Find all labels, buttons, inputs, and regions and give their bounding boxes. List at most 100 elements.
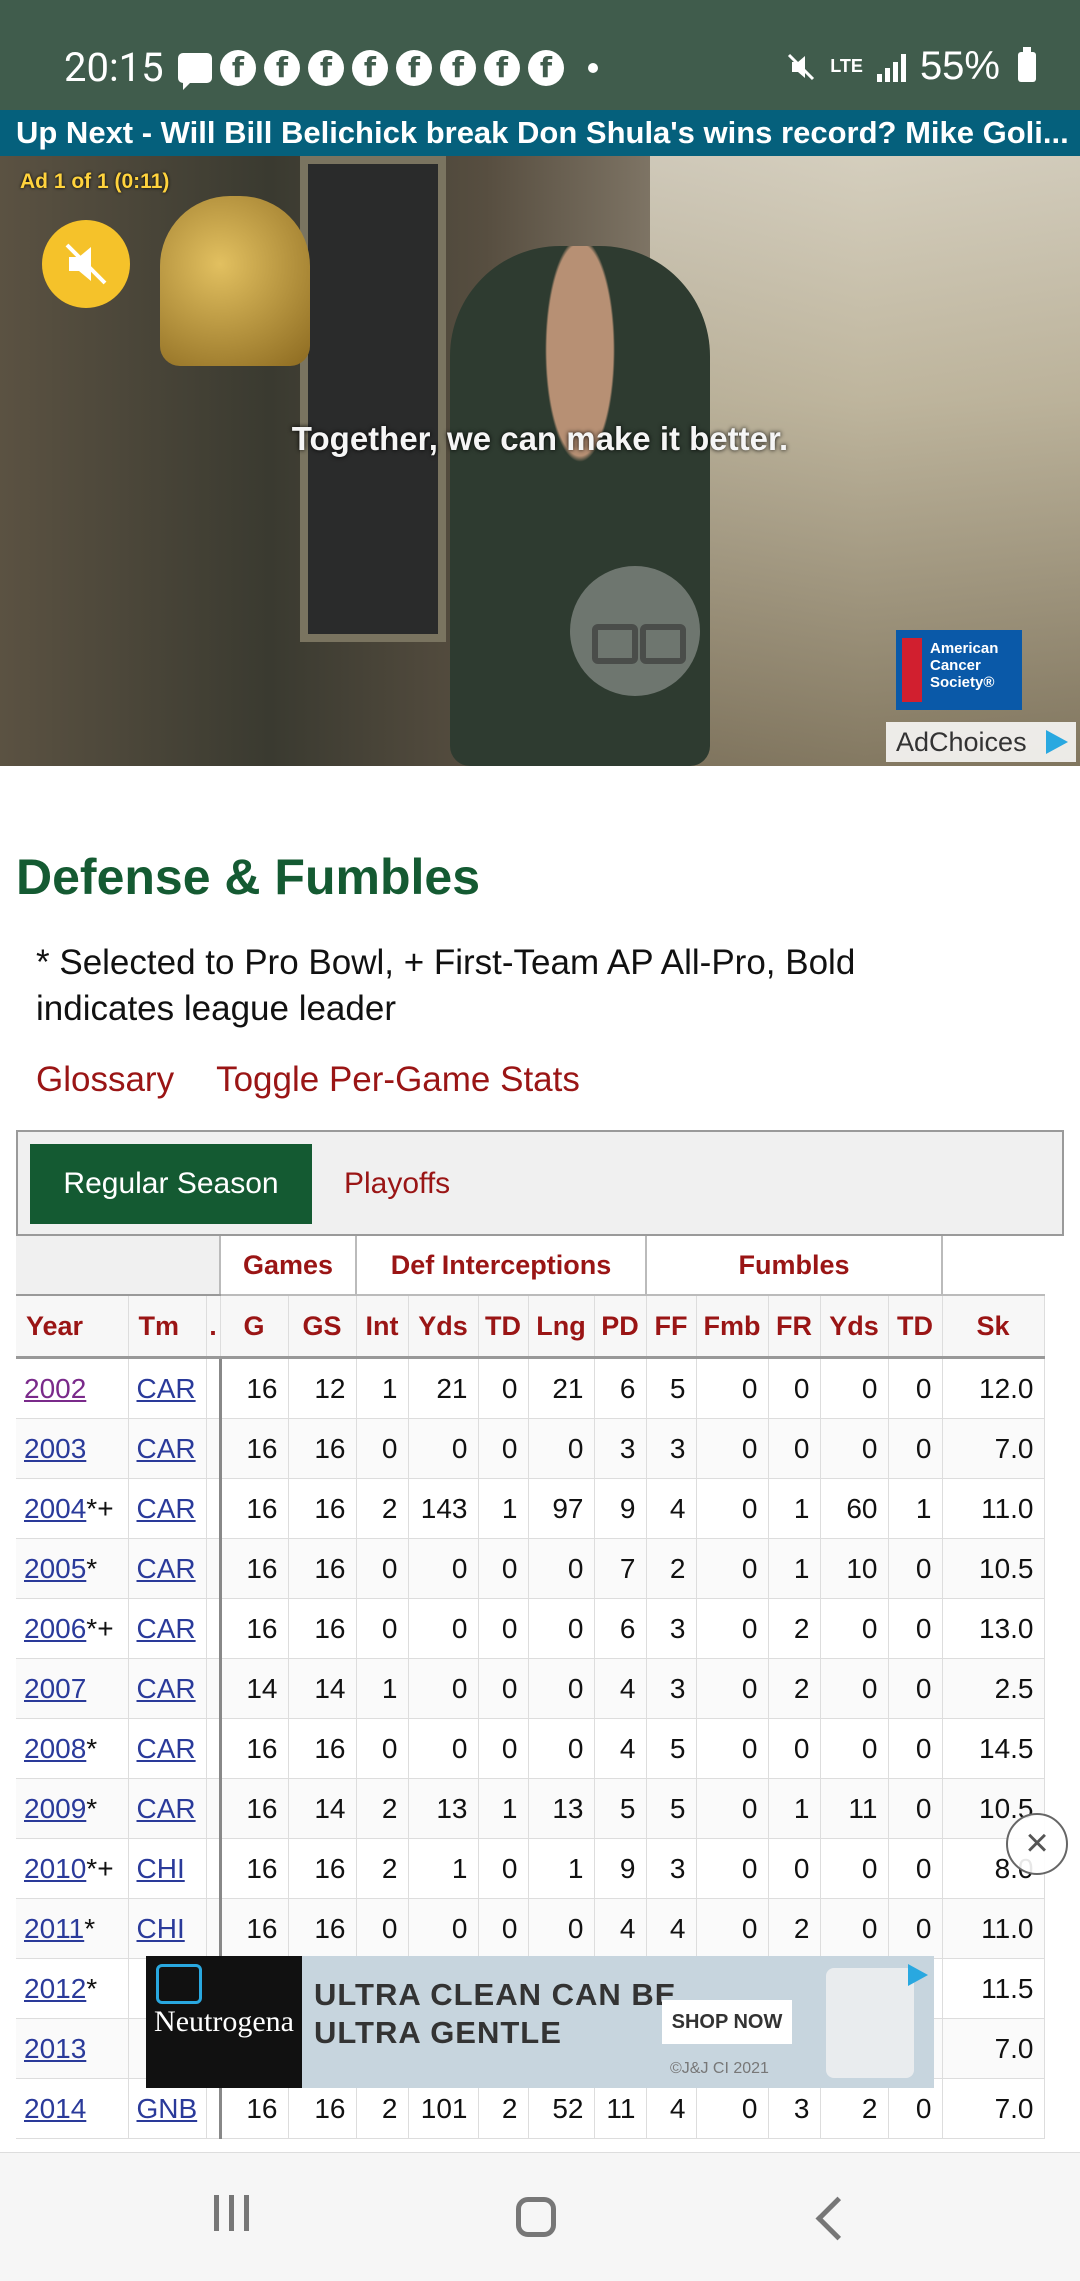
facebook-icon: f: [484, 50, 520, 86]
stat-cell-sk: 14.5: [942, 1718, 1045, 1779]
stat-cell-yds: 0: [408, 1898, 479, 1959]
stat-cell-yds: 0: [408, 1658, 479, 1719]
team-cell: CHI: [128, 1838, 207, 1899]
team-link[interactable]: CAR: [137, 1553, 196, 1584]
year-cell: 2010*+: [16, 1838, 129, 1899]
col-ff[interactable]: FF: [646, 1295, 697, 1359]
year-link[interactable]: 2008: [24, 1733, 86, 1764]
notification-icons: f f f f f f f f: [178, 50, 598, 90]
team-link[interactable]: CAR: [137, 1613, 196, 1644]
year-cell: 2013: [16, 2018, 129, 2079]
col-year[interactable]: Year: [16, 1295, 129, 1359]
stat-cell-ff: 3: [646, 1418, 697, 1479]
team-link[interactable]: CAR: [137, 1673, 196, 1704]
group-def-interceptions: Def Interceptions: [355, 1236, 646, 1296]
hidden-column-cell: [206, 1778, 222, 1839]
team-link[interactable]: CHI: [137, 1913, 185, 1944]
stat-cell-gs: 16: [288, 1598, 357, 1659]
stat-cell-pd: 4: [594, 1718, 647, 1779]
team-link[interactable]: CAR: [137, 1793, 196, 1824]
team-link[interactable]: GNB: [137, 2093, 198, 2124]
signal-icon: [876, 52, 906, 82]
team-cell: CHI: [128, 1898, 207, 1959]
year-link[interactable]: 2005: [24, 1553, 86, 1584]
tab-regular-season[interactable]: Regular Season: [30, 1144, 312, 1224]
col-fum-yds[interactable]: Yds: [820, 1295, 889, 1359]
table-row: 2002 CAR 16 12 1 21 0 21 6 5 0 0 0 0 12.0: [16, 1357, 1045, 1419]
shop-now-button[interactable]: SHOP NOW: [662, 2000, 792, 2044]
close-ad-button[interactable]: ×: [1006, 1813, 1068, 1875]
team-link[interactable]: CAR: [137, 1373, 196, 1404]
col-gs[interactable]: GS: [288, 1295, 357, 1359]
stat-cell-fr: 2: [768, 1658, 821, 1719]
adchoices-button[interactable]: AdChoices: [886, 722, 1076, 762]
col-team[interactable]: Tm: [128, 1295, 207, 1359]
year-link[interactable]: 2009: [24, 1793, 86, 1824]
stat-cell-pd: 5: [594, 1778, 647, 1839]
stat-cell-yds: 0: [408, 1418, 479, 1479]
facebook-icon: f: [396, 50, 432, 86]
stat-cell-pd: 7: [594, 1538, 647, 1599]
toggle-per-game-link[interactable]: Toggle Per-Game Stats: [216, 1060, 580, 1100]
col-lng[interactable]: Lng: [528, 1295, 595, 1359]
team-cell: CAR: [128, 1778, 207, 1839]
video-caption: Together, we can make it better.: [291, 420, 789, 457]
team-link[interactable]: CAR: [137, 1493, 196, 1524]
stat-cell-fmb: 0: [696, 1778, 769, 1839]
col-pd[interactable]: PD: [594, 1295, 647, 1359]
col-sk[interactable]: Sk: [942, 1295, 1045, 1359]
stat-cell-ff: 4: [646, 1478, 697, 1539]
stat-cell-fyds: 0: [820, 1598, 889, 1659]
home-button[interactable]: [516, 2197, 556, 2237]
facebook-icon: f: [220, 50, 256, 86]
year-link[interactable]: 2013: [24, 2033, 86, 2064]
team-link[interactable]: CHI: [137, 1853, 185, 1884]
glossary-link[interactable]: Glossary: [36, 1060, 174, 1100]
mute-button[interactable]: [42, 220, 130, 308]
col-g[interactable]: G: [220, 1295, 289, 1359]
year-link[interactable]: 2010: [24, 1853, 86, 1884]
col-int[interactable]: Int: [356, 1295, 409, 1359]
year-cell: 2003: [16, 1418, 129, 1479]
banner-ad[interactable]: Neutrogena ULTRA CLEAN CAN BE ULTRA GENT…: [146, 1956, 934, 2088]
stat-cell-pd: 4: [594, 1658, 647, 1719]
stat-cell-int: 0: [356, 1898, 409, 1959]
stat-cell-sk: 2.5: [942, 1658, 1045, 1719]
facebook-icon: f: [264, 50, 300, 86]
stat-cell-ftd: 0: [888, 1718, 943, 1779]
stat-cell-g: 16: [220, 1538, 289, 1599]
stat-cell-ftd: 1: [888, 1478, 943, 1539]
col-fr[interactable]: FR: [768, 1295, 821, 1359]
recent-apps-button[interactable]: [214, 2195, 249, 2231]
stat-cell-td: 0: [478, 1418, 529, 1479]
year-link[interactable]: 2002: [24, 1373, 86, 1404]
team-link[interactable]: CAR: [137, 1733, 196, 1764]
col-int-td[interactable]: TD: [478, 1295, 529, 1359]
year-link[interactable]: 2004: [24, 1493, 86, 1524]
pause-icon[interactable]: [570, 566, 700, 696]
col-hidden: .: [206, 1295, 221, 1359]
up-next-bar[interactable]: Up Next - Will Bill Belichick break Don …: [0, 110, 1080, 156]
season-tabs: Regular Season Playoffs: [16, 1130, 1064, 1236]
col-fum-td[interactable]: TD: [888, 1295, 943, 1359]
year-link[interactable]: 2003: [24, 1433, 86, 1464]
tab-playoffs[interactable]: Playoffs: [344, 1144, 450, 1224]
year-link[interactable]: 2011: [24, 1913, 84, 1944]
adchoices-icon[interactable]: [908, 1964, 928, 1986]
team-cell: CAR: [128, 1538, 207, 1599]
back-button[interactable]: [815, 2196, 860, 2241]
team-link[interactable]: CAR: [137, 1433, 196, 1464]
stat-cell-lng: 21: [528, 1357, 595, 1419]
stat-cell-yds: 143: [408, 1478, 479, 1539]
adchoices-icon: [1046, 730, 1068, 754]
stat-cell-sk: 11.0: [942, 1478, 1045, 1539]
col-fmb[interactable]: Fmb: [696, 1295, 769, 1359]
year-link[interactable]: 2014: [24, 2093, 86, 2124]
stat-cell-int: 2: [356, 1478, 409, 1539]
year-link[interactable]: 2006: [24, 1613, 86, 1644]
year-link[interactable]: 2007: [24, 1673, 86, 1704]
year-link[interactable]: 2012: [24, 1973, 86, 2004]
col-int-yds[interactable]: Yds: [408, 1295, 479, 1359]
table-row: 2011* CHI 16 16 0 0 0 0 4 4 0 2 0 0 11.0: [16, 1898, 1045, 1959]
stat-cell-pd: 6: [594, 1598, 647, 1659]
